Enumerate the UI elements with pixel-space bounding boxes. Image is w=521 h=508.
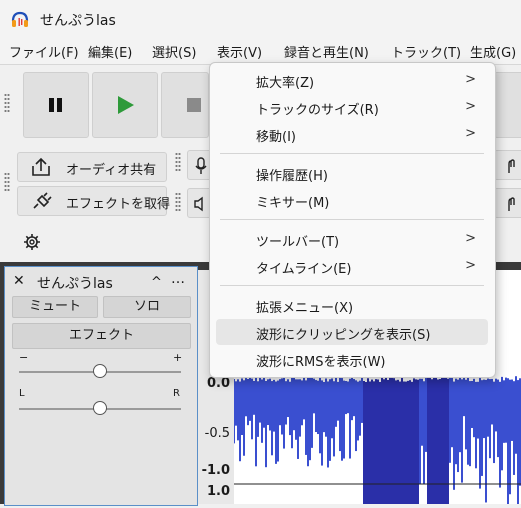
gain-slider-knob[interactable] (93, 364, 107, 378)
submenu-arrow-icon: > (465, 126, 476, 141)
menu-file[interactable]: ファイル(F) (9, 42, 79, 61)
menu-separator (220, 219, 484, 220)
menu-item-history[interactable]: 操作履歴(H) (216, 160, 488, 186)
microphone-icon (195, 157, 207, 174)
menu-generate[interactable]: 生成(G) (470, 42, 516, 61)
play-icon (118, 96, 134, 114)
pause-button[interactable] (23, 72, 89, 138)
share-icon (32, 157, 50, 176)
menu-item-label: 拡張メニュー(X) (256, 301, 354, 316)
menu-item-label: 操作履歴(H) (256, 169, 328, 184)
menu-separator (220, 285, 484, 286)
get-effects-button[interactable]: エフェクトを取得 (17, 186, 171, 216)
gear-icon (24, 234, 40, 250)
toolbar-grip[interactable] (175, 192, 181, 212)
hand-icon (508, 159, 515, 173)
gain-max-label: + (173, 351, 183, 364)
menu-item-zoom[interactable]: 拡大率(Z) > (216, 67, 488, 93)
menu-item-label: トラックのサイズ(R) (256, 103, 379, 118)
tool-button-partial[interactable] (494, 188, 521, 218)
view-menu-dropdown: 拡大率(Z) > トラックのサイズ(R) > 移動(I) > 操作履歴(H) ミキサー… (209, 62, 496, 378)
solo-button[interactable]: ソロ (103, 296, 191, 318)
toolbar-grip[interactable] (4, 172, 10, 192)
ruler-label: -1.0 (201, 463, 230, 478)
collapse-track-icon[interactable]: ^ (151, 275, 162, 290)
menu-separator (220, 153, 484, 154)
menu-item-track-size[interactable]: トラックのサイズ(R) > (216, 94, 488, 120)
submenu-arrow-icon: > (465, 99, 476, 114)
menu-item-label: 波形にRMSを表示(W) (256, 355, 386, 370)
track-control-panel[interactable]: ✕ せんぷうlas ^ … ミュート ソロ エフェクト − + L R (4, 266, 198, 506)
menu-item-label: 波形にクリッピングを表示(S) (256, 328, 431, 343)
speaker-icon (194, 196, 203, 212)
plugin-icon (33, 192, 52, 209)
effects-button[interactable]: エフェクト (12, 323, 191, 349)
share-audio-label: オーディオ共有 (66, 163, 157, 178)
menu-item-mixer[interactable]: ミキサー(M) (216, 187, 488, 213)
mute-button[interactable]: ミュート (12, 296, 98, 318)
menu-select[interactable]: 選択(S) (152, 42, 196, 61)
menu-view[interactable]: 表示(V) (217, 42, 262, 61)
menu-item-label: タイムライン(E) (256, 262, 352, 277)
submenu-arrow-icon: > (465, 231, 476, 246)
audacity-logo-icon (11, 11, 29, 27)
menu-item-label: ツールバー(T) (256, 235, 340, 250)
transport-button-partial[interactable] (494, 72, 521, 138)
menu-record-play[interactable]: 録音と再生(N) (284, 42, 369, 61)
toolbar-grip[interactable] (4, 93, 10, 113)
tool-button-partial[interactable] (494, 150, 521, 180)
menu-item-label: 移動(I) (256, 130, 296, 145)
toolbar-grip[interactable] (175, 152, 181, 172)
hand-icon (508, 197, 515, 211)
close-track-icon[interactable]: ✕ (13, 273, 25, 289)
menu-item-extra-menus[interactable]: 拡張メニュー(X) (216, 292, 488, 318)
pan-slider-knob[interactable] (93, 401, 107, 415)
share-audio-button[interactable]: オーディオ共有 (17, 152, 167, 182)
track-name[interactable]: せんぷうlas (37, 273, 113, 293)
stop-button[interactable] (161, 72, 209, 138)
pan-right-label: R (173, 388, 180, 399)
stop-icon (187, 98, 201, 112)
menu-item-label: ミキサー(M) (256, 196, 330, 211)
submenu-arrow-icon: > (465, 258, 476, 273)
menu-bar: ファイル(F) 編集(E) 選択(S) 表示(V) 録音と再生(N) トラック(… (0, 38, 521, 65)
menu-edit[interactable]: 編集(E) (88, 42, 132, 61)
ruler-label: 0.0 (206, 376, 230, 391)
track-settings-button[interactable] (18, 228, 46, 256)
menu-item-show-rms[interactable]: 波形にRMSを表示(W) (216, 346, 488, 372)
get-effects-label: エフェクトを取得 (66, 197, 171, 212)
ruler-label: 1.0 (206, 484, 230, 499)
gain-min-label: − (19, 351, 29, 364)
menu-item-move[interactable]: 移動(I) > (216, 121, 488, 147)
menu-item-toolbars[interactable]: ツールバー(T) > (216, 226, 488, 252)
menu-item-show-clipping[interactable]: 波形にクリッピングを表示(S) (216, 319, 488, 345)
title-bar: せんぷうlas (0, 0, 521, 38)
window-title: せんぷうlas (40, 13, 116, 29)
play-button[interactable] (92, 72, 158, 138)
pause-icon (49, 98, 62, 112)
submenu-arrow-icon: > (465, 72, 476, 87)
ruler-label: -0.5 (204, 426, 230, 441)
menu-item-label: 拡大率(Z) (256, 76, 315, 91)
menu-item-timeline[interactable]: タイムライン(E) > (216, 253, 488, 279)
track-menu-icon[interactable]: … (171, 271, 185, 287)
menu-tracks[interactable]: トラック(T) (391, 42, 461, 61)
pan-left-label: L (19, 388, 25, 399)
